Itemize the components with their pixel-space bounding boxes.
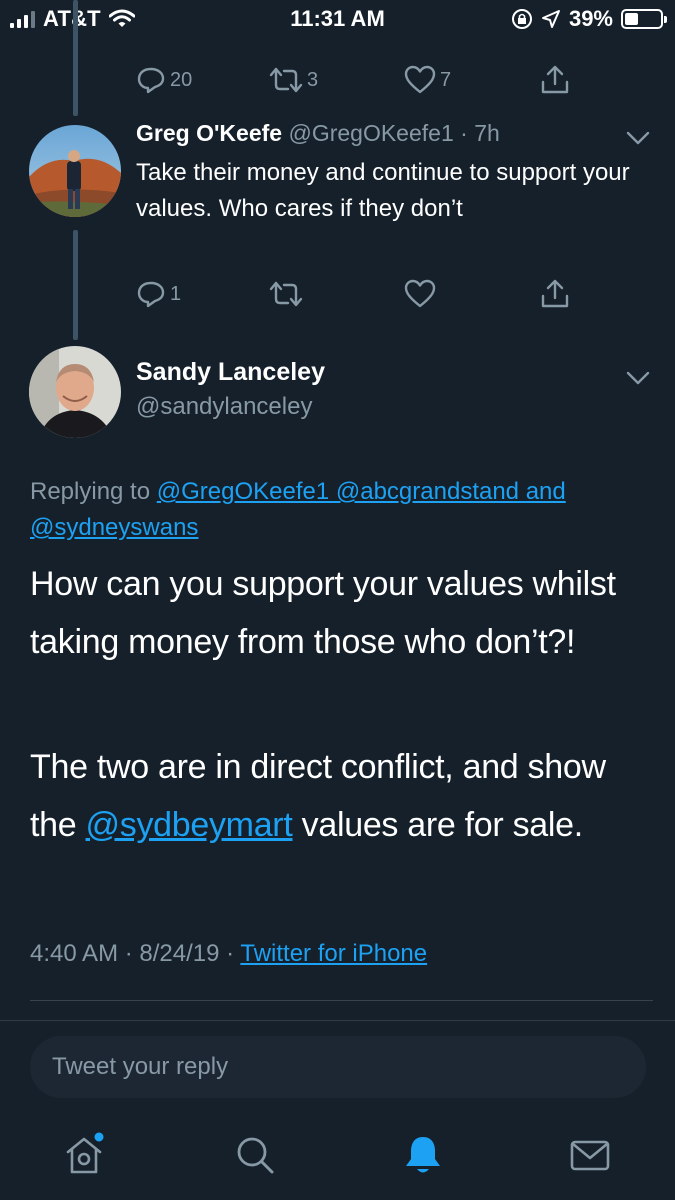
greg-avatar[interactable] [29,125,121,217]
thread-line-middle [73,230,78,340]
chevron-down-icon[interactable] [626,130,650,146]
thread-line-top [73,0,78,116]
reply-button[interactable]: 1 [136,279,181,309]
share-icon [541,65,569,94]
reply-input[interactable]: Tweet your reply [30,1036,646,1098]
sandy-avatar-image [29,346,121,438]
search-icon [237,1137,274,1174]
reply-count: 20 [170,68,193,91]
prev-tweet-actions: 20 3 7 [136,62,616,98]
heart-icon [404,279,436,308]
tweet-text-paragraph-2: The two are in direct conflict, and show… [30,738,650,854]
new-content-dot-icon [94,1132,104,1142]
location-arrow-icon [541,10,560,28]
mail-icon [570,1140,610,1171]
chevron-down-icon[interactable] [626,370,650,386]
retweet-button[interactable] [269,279,303,309]
share-button[interactable] [540,64,570,96]
tab-bar [0,1110,675,1200]
orientation-lock-icon [511,9,532,29]
tweet1-text: Take their money and continue to support… [136,159,630,222]
greg-avatar-image [29,125,121,217]
tab-home[interactable] [62,1132,108,1183]
bell-icon [406,1137,440,1173]
author-name[interactable]: Greg O'Keefe [136,120,282,146]
reply-button[interactable]: 20 [136,65,192,95]
status-bar: AT&T 11:31 AM 39% [0,0,675,40]
reply-icon [137,281,165,308]
reply-placeholder: Tweet your reply [52,1053,229,1080]
replying-prefix: Replying to [30,478,151,505]
retweet-button[interactable]: 3 [269,65,318,95]
battery-fill [625,13,639,25]
tweet-meta: 4:40 AM · 8/24/19 · Twitter for iPhone [30,940,427,968]
tab-search[interactable] [232,1132,278,1183]
like-count: 7 [440,68,452,91]
composer-divider [0,1020,675,1021]
tweet-time: · 7h [460,120,500,146]
retweet-count: 3 [307,68,319,91]
tweet-detail-screen: AT&T 11:31 AM 39% 20 3 7 Greg O'Keefe @G… [0,0,675,1200]
author-name[interactable]: Sandy Lanceley [136,358,325,387]
reply-icon [137,67,165,94]
heart-icon [404,65,436,94]
share-icon [541,279,569,308]
author-handle[interactable]: @GregOKeefe1 [288,120,453,146]
tweet1-header: Greg O'Keefe @GregOKeefe1 · 7h [136,120,500,147]
author-handle[interactable]: @sandylanceley [136,393,312,421]
share-button[interactable] [540,278,570,310]
replying-to: Replying to @GregOKeefe1 @abcgrandstand … [30,474,650,546]
home-icon [66,1132,104,1174]
status-right: 39% [511,6,667,32]
like-button[interactable]: 7 [404,65,451,95]
battery-percent: 39% [568,6,613,31]
reply-count: 1 [170,282,182,305]
divider [30,1000,653,1001]
tab-notifications[interactable] [400,1132,446,1183]
tab-messages[interactable] [567,1132,613,1183]
sandy-avatar[interactable] [29,346,121,438]
tweet-timestamp: 4:40 AM · 8/24/19 · [30,940,235,967]
mention-link[interactable]: @sydbeymart [86,806,293,844]
tweet-text-paragraph-1: How can you support your values whilst t… [30,565,616,661]
tweet1-actions: 1 [136,276,616,312]
retweet-icon [269,281,303,307]
like-button[interactable] [404,279,436,309]
tweet-source-link[interactable]: Twitter for iPhone [240,940,427,967]
paragraph2-after: values are for sale. [301,806,584,844]
retweet-icon [269,67,303,93]
battery-icon [621,9,667,29]
